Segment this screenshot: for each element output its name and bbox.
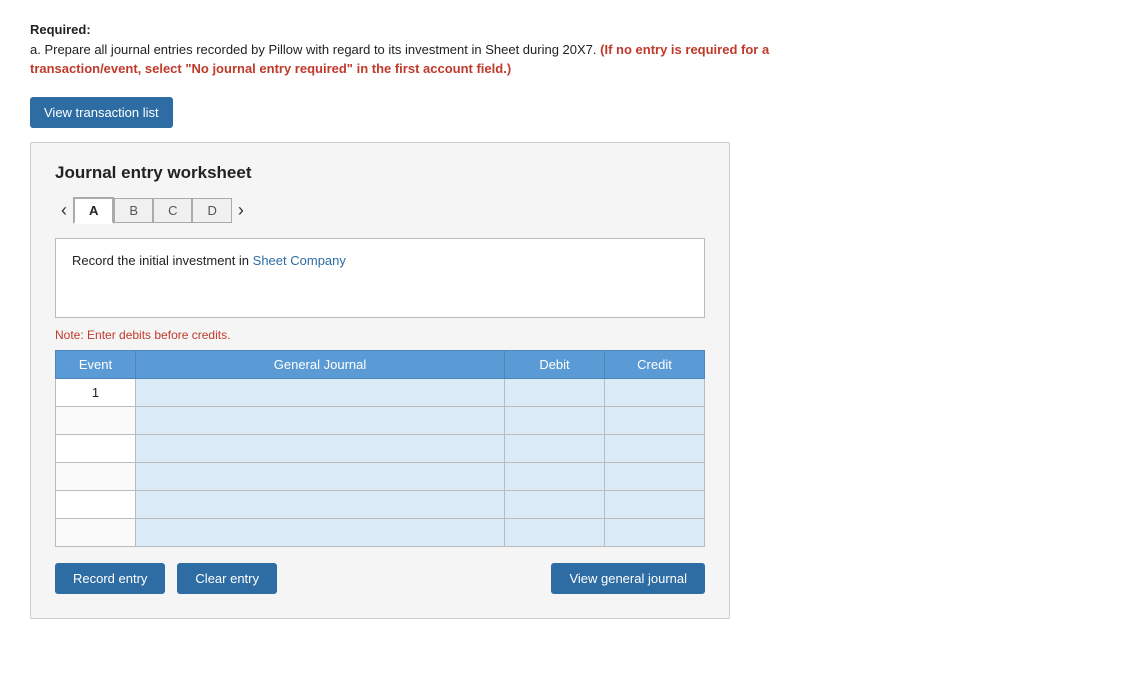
event-cell-2 bbox=[56, 406, 136, 434]
event-cell-5 bbox=[56, 490, 136, 518]
required-label: Required: bbox=[30, 22, 91, 37]
description-box: Record the initial investment in Sheet C… bbox=[55, 238, 705, 318]
table-row bbox=[56, 462, 705, 490]
event-cell-4 bbox=[56, 462, 136, 490]
journal-input-cell-6[interactable] bbox=[136, 518, 505, 546]
debit-input-cell-4[interactable] bbox=[505, 462, 605, 490]
credit-input-5[interactable] bbox=[605, 491, 704, 518]
journal-input-cell-4[interactable] bbox=[136, 462, 505, 490]
credit-input-cell-3[interactable] bbox=[605, 434, 705, 462]
journal-input-4[interactable] bbox=[136, 463, 504, 490]
debit-input-5[interactable] bbox=[505, 491, 604, 518]
journal-input-cell-2[interactable] bbox=[136, 406, 505, 434]
credit-input-cell-2[interactable] bbox=[605, 406, 705, 434]
view-general-journal-button[interactable]: View general journal bbox=[551, 563, 705, 594]
journal-input-cell-5[interactable] bbox=[136, 490, 505, 518]
credit-input-4[interactable] bbox=[605, 463, 704, 490]
event-cell-6 bbox=[56, 518, 136, 546]
tab-c[interactable]: C bbox=[153, 198, 192, 223]
debit-input-cell-6[interactable] bbox=[505, 518, 605, 546]
journal-input-5[interactable] bbox=[136, 491, 504, 518]
col-general-journal: General Journal bbox=[136, 350, 505, 378]
credit-input-cell-1[interactable] bbox=[605, 378, 705, 406]
worksheet-container: Journal entry worksheet ‹ A B C D › Reco… bbox=[30, 142, 730, 619]
credit-input-1[interactable] bbox=[605, 379, 704, 406]
journal-input-cell-3[interactable] bbox=[136, 434, 505, 462]
tab-d[interactable]: D bbox=[192, 198, 231, 223]
action-buttons: Record entry Clear entry View general jo… bbox=[55, 563, 705, 594]
credit-input-6[interactable] bbox=[605, 519, 704, 546]
record-entry-button[interactable]: Record entry bbox=[55, 563, 165, 594]
debit-input-4[interactable] bbox=[505, 463, 604, 490]
worksheet-title: Journal entry worksheet bbox=[55, 163, 705, 183]
required-line1: a. Prepare all journal entries recorded … bbox=[30, 42, 597, 57]
description-text: Record the initial investment in Sheet C… bbox=[72, 253, 346, 268]
col-debit: Debit bbox=[505, 350, 605, 378]
tabs-navigation: ‹ A B C D › bbox=[55, 197, 705, 224]
debit-input-2[interactable] bbox=[505, 407, 604, 434]
debit-input-1[interactable] bbox=[505, 379, 604, 406]
credit-input-cell-6[interactable] bbox=[605, 518, 705, 546]
table-row bbox=[56, 518, 705, 546]
tabs-next-arrow[interactable]: › bbox=[232, 201, 250, 219]
journal-input-2[interactable] bbox=[136, 407, 504, 434]
event-cell-3 bbox=[56, 434, 136, 462]
col-event: Event bbox=[56, 350, 136, 378]
note-text: Note: Enter debits before credits. bbox=[55, 328, 705, 342]
col-credit: Credit bbox=[605, 350, 705, 378]
table-row bbox=[56, 434, 705, 462]
journal-input-3[interactable] bbox=[136, 435, 504, 462]
event-cell-1: 1 bbox=[56, 378, 136, 406]
journal-input-cell-1[interactable] bbox=[136, 378, 505, 406]
credit-input-2[interactable] bbox=[605, 407, 704, 434]
table-row bbox=[56, 406, 705, 434]
table-row bbox=[56, 490, 705, 518]
tab-a[interactable]: A bbox=[73, 197, 114, 224]
journal-input-6[interactable] bbox=[136, 519, 504, 546]
debit-input-cell-2[interactable] bbox=[505, 406, 605, 434]
credit-input-cell-5[interactable] bbox=[605, 490, 705, 518]
required-section: Required: a. Prepare all journal entries… bbox=[30, 20, 780, 79]
journal-table: Event General Journal Debit Credit 1 bbox=[55, 350, 705, 547]
clear-entry-button[interactable]: Clear entry bbox=[177, 563, 277, 594]
tabs-prev-arrow[interactable]: ‹ bbox=[55, 201, 73, 219]
table-row: 1 bbox=[56, 378, 705, 406]
debit-input-cell-3[interactable] bbox=[505, 434, 605, 462]
journal-input-1[interactable] bbox=[136, 379, 504, 406]
debit-input-6[interactable] bbox=[505, 519, 604, 546]
debit-input-cell-1[interactable] bbox=[505, 378, 605, 406]
view-transaction-button[interactable]: View transaction list bbox=[30, 97, 173, 128]
credit-input-cell-4[interactable] bbox=[605, 462, 705, 490]
debit-input-3[interactable] bbox=[505, 435, 604, 462]
tab-b[interactable]: B bbox=[114, 198, 153, 223]
credit-input-3[interactable] bbox=[605, 435, 704, 462]
debit-input-cell-5[interactable] bbox=[505, 490, 605, 518]
